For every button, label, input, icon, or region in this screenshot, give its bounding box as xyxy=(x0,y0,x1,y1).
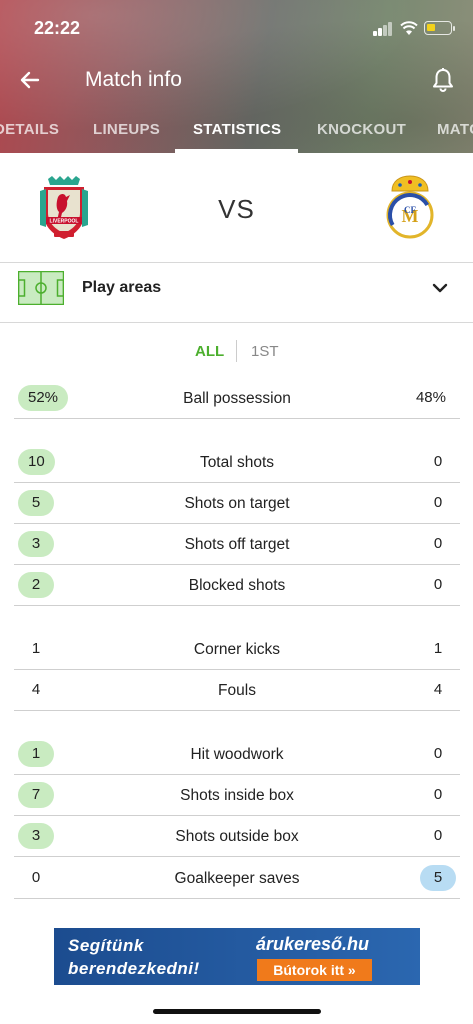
stat-row-fouls: 4 Fouls 4 xyxy=(14,671,460,711)
teams-header: LIVERPOOL VS M CF xyxy=(0,153,473,263)
active-tab-indicator xyxy=(175,149,298,153)
notification-bell-icon[interactable] xyxy=(431,67,455,93)
advertisement-banner[interactable]: Segítünk berendezkedni! árukereső.hu Bút… xyxy=(54,928,420,985)
row-divider xyxy=(14,418,460,419)
real-madrid-crest-icon[interactable]: M CF xyxy=(384,173,436,241)
period-first-half-tab[interactable]: 1ST xyxy=(251,343,279,360)
stat-label: Fouls xyxy=(218,682,256,699)
stat-label: Corner kicks xyxy=(193,641,281,658)
row-divider xyxy=(14,856,460,857)
stat-label: Blocked shots xyxy=(188,577,286,594)
stat-label: Shots outside box xyxy=(175,828,299,845)
row-divider xyxy=(14,523,460,524)
status-bar: 22:22 xyxy=(0,0,473,56)
stat-row-hit-woodwork: 1 Hit woodwork 0 xyxy=(14,735,460,775)
away-value: 0 xyxy=(433,827,443,844)
away-value: 0 xyxy=(433,576,443,593)
top-app-bar: Match info xyxy=(0,56,473,106)
play-areas-dropdown[interactable]: Play areas xyxy=(0,264,473,322)
stat-row-corner-kicks: 1 Corner kicks 1 xyxy=(14,630,460,670)
home-indicator[interactable] xyxy=(153,1009,321,1014)
tab-details[interactable]: DETAILS xyxy=(0,121,59,138)
tab-bar: DETAILS LINEUPS STATISTICS KNOCKOUT MATC xyxy=(0,106,473,153)
away-value: 0 xyxy=(433,494,443,511)
away-value: 1 xyxy=(433,640,443,657)
chevron-down-icon[interactable] xyxy=(432,282,448,294)
ad-brand: árukereső.hu xyxy=(256,934,370,954)
away-value: 0 xyxy=(433,453,443,470)
away-value: 0 xyxy=(433,786,443,803)
away-value: 4 xyxy=(433,681,443,698)
ad-cta-button[interactable]: Bútorok itt » xyxy=(257,959,372,981)
away-value: 48% xyxy=(415,389,446,406)
row-divider xyxy=(14,605,460,606)
ad-headline: Segítünk berendezkedni! xyxy=(68,934,200,980)
stat-row-shots-off-target: 3 Shots off target 0 xyxy=(14,525,460,565)
app-header: 22:22 Match info DETAILS LINEUPS STATIST… xyxy=(0,0,473,153)
stat-row-shots-inside-box: 7 Shots inside box 0 xyxy=(14,776,460,816)
stat-row-blocked-shots: 2 Blocked shots 0 xyxy=(14,566,460,606)
svg-text:CF: CF xyxy=(404,205,416,215)
stat-label: Shots on target xyxy=(184,495,290,512)
row-divider xyxy=(14,669,460,670)
row-divider xyxy=(14,898,460,899)
divider xyxy=(0,262,473,263)
stat-label: Shots off target xyxy=(184,536,290,553)
away-value: 0 xyxy=(433,745,443,762)
stat-label: Ball possession xyxy=(183,390,291,407)
stat-row-goalkeeper-saves: 0 Goalkeeper saves 5 xyxy=(14,859,460,899)
stat-label: Hit woodwork xyxy=(190,746,284,763)
ad-headline-line1: Segítünk xyxy=(68,936,144,955)
tab-knockout[interactable]: KNOCKOUT xyxy=(317,121,406,138)
away-value: 0 xyxy=(433,535,443,552)
battery-icon xyxy=(424,21,455,35)
row-divider xyxy=(14,564,460,565)
back-arrow-icon[interactable] xyxy=(18,68,42,92)
period-separator xyxy=(236,340,237,362)
ad-headline-line2: berendezkedni! xyxy=(68,959,200,978)
tab-statistics[interactable]: STATISTICS xyxy=(193,121,281,138)
away-value: 5 xyxy=(420,865,456,891)
stat-row-shots-outside-box: 3 Shots outside box 0 xyxy=(14,817,460,857)
tab-matches[interactable]: MATC xyxy=(437,121,473,138)
stat-row-shots-on-target: 5 Shots on target 0 xyxy=(14,484,460,524)
stat-label: Total shots xyxy=(199,454,275,471)
status-time: 22:22 xyxy=(34,18,81,38)
pitch-icon xyxy=(18,271,64,305)
row-divider xyxy=(14,710,460,711)
period-all-tab[interactable]: ALL xyxy=(195,343,224,360)
stat-label: Shots inside box xyxy=(180,787,294,804)
row-divider xyxy=(14,482,460,483)
row-divider xyxy=(14,774,460,775)
period-filter: ALL 1ST xyxy=(0,340,473,364)
stat-row-total-shots: 10 Total shots 0 xyxy=(14,443,460,483)
play-areas-label: Play areas xyxy=(82,279,162,296)
row-divider xyxy=(14,815,460,816)
stat-label: Goalkeeper saves xyxy=(174,870,300,887)
cellular-signal-icon xyxy=(373,22,395,36)
wifi-icon xyxy=(400,21,418,35)
stat-row-ball-possession: 52% Ball possession 48% xyxy=(14,379,460,419)
page-title: Match info xyxy=(85,68,182,91)
tab-lineups[interactable]: LINEUPS xyxy=(93,121,160,138)
